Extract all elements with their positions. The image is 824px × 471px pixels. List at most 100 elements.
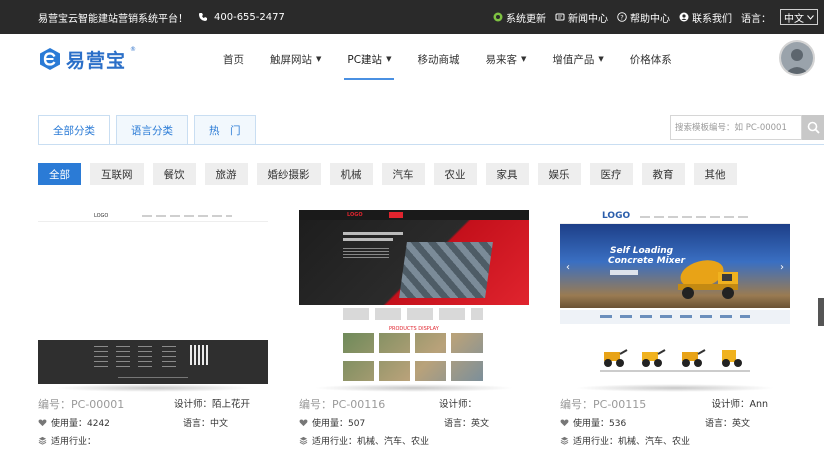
tab-all-categories[interactable]: 全部分类 — [38, 115, 110, 145]
heart-icon — [560, 419, 569, 427]
thumb-footer-column — [138, 346, 152, 370]
template-code: 编号：PC-00116 — [299, 398, 386, 411]
brand-name: 易营宝 — [66, 49, 127, 72]
thumb-headline — [343, 232, 403, 235]
template-language: 语言：英文 — [704, 419, 750, 429]
thumb-hero-button — [610, 270, 638, 275]
caret-down-icon: ▼ — [598, 55, 604, 63]
chip-agriculture[interactable]: 农业 — [433, 163, 477, 185]
thumb-footer-column — [162, 346, 176, 370]
chip-automotive[interactable]: 汽车 — [381, 163, 425, 185]
news-center-label: 新闻中心 — [568, 13, 608, 25]
user-avatar[interactable] — [779, 40, 815, 76]
help-center-label: 帮助中心 — [630, 13, 670, 25]
contact-icon — [679, 12, 689, 22]
nav-value-added[interactable]: 增值产品 ▼ — [539, 34, 616, 84]
chip-machinery[interactable]: 机械 — [329, 163, 373, 185]
template-industry: 适用行业： — [38, 434, 96, 447]
template-thumbnail[interactable]: LOGO — [38, 210, 268, 384]
thumb-logo-text: LOGO — [347, 212, 363, 218]
loader-product-icon — [682, 349, 706, 367]
contact-us-label: 联系我们 — [692, 13, 732, 25]
template-meta: 编号：PC-00116 设计师： 使用量：507 语言：英文 适用行业：机械、汽… — [299, 396, 529, 458]
svg-text:?: ? — [620, 13, 623, 21]
top-bar: 易营宝云智能建站营销系统平台！ 400-655-2477 系统更新 新闻中心 ?… — [0, 0, 824, 34]
main-nav: 首页 触屏网站 ▼ PC建站 ▼ 移动商城 易来客 ▼ 增值产品 ▼ 价格体系 — [210, 34, 685, 84]
category-tabs: 全部分类 语言分类 热 门 — [38, 115, 256, 145]
chip-internet[interactable]: 互联网 — [90, 163, 144, 185]
chip-catering[interactable]: 餐饮 — [152, 163, 196, 185]
language-select[interactable]: 中文 — [780, 9, 818, 25]
thumb-products — [600, 338, 750, 368]
chip-furniture[interactable]: 家具 — [485, 163, 529, 185]
thumb-header — [299, 210, 529, 220]
thumb-logo-text: LOGO — [94, 213, 109, 219]
nav-mobile-mall-label: 移动商城 — [417, 53, 460, 66]
chip-other[interactable]: 其他 — [693, 163, 737, 185]
chip-education[interactable]: 教育 — [641, 163, 685, 185]
nav-pricing[interactable]: 价格体系 — [617, 34, 685, 84]
tab-language-categories[interactable]: 语言分类 — [116, 115, 188, 145]
nav-mobile-mall[interactable]: 移动商城 — [404, 34, 472, 84]
thumb-footer-column — [116, 346, 130, 370]
nav-value-added-label: 增值产品 — [552, 53, 595, 66]
template-language: 语言：中文 — [182, 419, 228, 429]
nav-pricing-label: 价格体系 — [629, 53, 672, 66]
template-industry: 适用行业：机械、汽车、农业 — [299, 434, 429, 447]
template-usage-text: 使用量：507 — [312, 419, 366, 429]
help-center-link[interactable]: ? 帮助中心 — [617, 10, 670, 25]
chip-medical[interactable]: 医疗 — [589, 163, 633, 185]
brand-logo-icon — [40, 48, 60, 70]
template-language: 语言：英文 — [443, 419, 489, 429]
nav-mobile-site-label: 触屏网站 — [270, 53, 312, 66]
chip-tourism[interactable]: 旅游 — [204, 163, 248, 185]
industry-filter: 全部 互联网 餐饮 旅游 婚纱摄影 机械 汽车 农业 家具 娱乐 医疗 教育 其… — [38, 163, 737, 185]
loader-product-icon — [642, 349, 666, 367]
template-card[interactable]: LOGO Self Loading Concrete Mixer ‹ › 编号：… — [560, 210, 790, 458]
top-bar-right: 系统更新 新闻中心 ? 帮助中心 联系我们 语言： 中文 — [493, 0, 818, 34]
hotline-number: 400-655-2477 — [214, 11, 285, 23]
nav-home[interactable]: 首页 — [210, 34, 257, 84]
contact-us-link[interactable]: 联系我们 — [679, 10, 732, 25]
chip-all[interactable]: 全部 — [38, 163, 81, 185]
chevron-down-icon — [807, 14, 814, 20]
news-icon — [555, 13, 565, 21]
refresh-icon — [493, 12, 503, 22]
template-usage: 使用量：507 — [299, 416, 365, 429]
language-label: 语言： — [741, 13, 771, 25]
search-button[interactable] — [802, 115, 824, 140]
system-update-link[interactable]: 系统更新 — [493, 10, 546, 25]
qr-code-icon — [190, 345, 210, 365]
scroll-handle[interactable] — [818, 298, 824, 326]
chip-wedding-photography[interactable]: 婚纱摄影 — [256, 163, 321, 185]
template-designer: 设计师：Ann — [711, 399, 768, 410]
registered-mark: ® — [130, 46, 137, 53]
caret-down-icon: ▼ — [520, 55, 527, 63]
platform-slogan: 易营宝云智能建站营销系统平台！ — [38, 13, 188, 25]
layers-icon — [299, 436, 308, 445]
carousel-prev-icon: ‹ — [566, 262, 570, 273]
site-logo[interactable]: 易营宝 ® — [38, 44, 136, 74]
meta-row-usage: 使用量：507 语言：英文 — [299, 416, 529, 429]
loader-product-icon — [604, 349, 628, 367]
meta-row-code: 编号：PC-00115 设计师：Ann — [560, 396, 790, 412]
nav-pc-site[interactable]: PC建站 ▼ — [334, 34, 404, 84]
thumb-nav — [640, 216, 750, 218]
template-card[interactable]: LOGO 编号：PC-00001 设计师：陌上花开 使用量：4242 语言：中文… — [38, 210, 268, 458]
template-thumbnail[interactable]: LOGO Self Loading Concrete Mixer ‹ › — [560, 210, 790, 384]
nav-yilaike[interactable]: 易来客 ▼ — [472, 34, 539, 84]
template-card[interactable]: LOGO PRODUCTS DISPLAY 编号：PC-00116 设计师： 使… — [299, 210, 529, 458]
template-thumbnail[interactable]: LOGO PRODUCTS DISPLAY — [299, 210, 529, 384]
meta-row-industry: 适用行业：机械、汽车、农业 — [560, 434, 790, 447]
template-search-input[interactable] — [670, 115, 802, 140]
carousel-next-icon: › — [780, 262, 784, 273]
nav-mobile-site[interactable]: 触屏网站 ▼ — [257, 34, 334, 84]
user-icon — [781, 42, 813, 74]
news-center-link[interactable]: 新闻中心 — [555, 10, 608, 25]
thumb-logo-text: LOGO — [602, 211, 631, 221]
meta-row-usage: 使用量：536 语言：英文 — [560, 416, 790, 429]
template-usage: 使用量：536 — [560, 416, 626, 429]
heart-icon — [38, 419, 47, 427]
chip-entertainment[interactable]: 娱乐 — [537, 163, 581, 185]
tab-hot[interactable]: 热 门 — [194, 115, 256, 145]
